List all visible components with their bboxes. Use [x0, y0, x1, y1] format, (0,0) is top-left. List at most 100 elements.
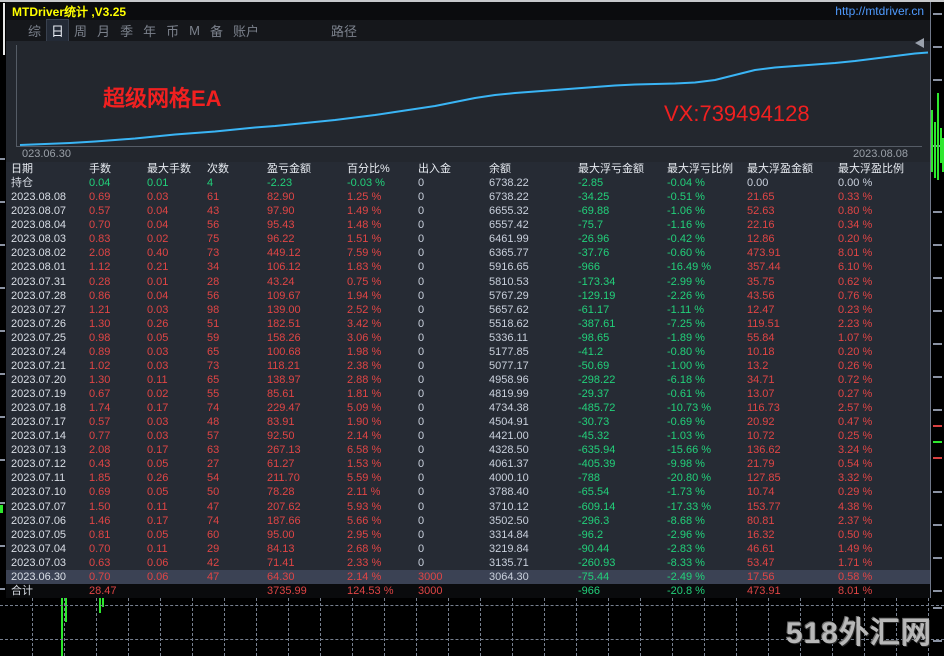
table-cell: -90.44: [578, 542, 610, 555]
table-cell: 2023.07.12: [11, 458, 67, 471]
menu-item[interactable]: 币: [162, 20, 183, 41]
table-cell: 2023.07.24: [11, 345, 67, 358]
table-cell: 43.56: [747, 289, 775, 302]
vendor-url-link[interactable]: http://mtdriver.cn: [835, 4, 924, 18]
table-cell: 61: [207, 191, 220, 204]
table-cell: 6557.42: [489, 219, 529, 232]
table-cell: 0: [418, 219, 425, 232]
table-cell: 46.61: [747, 542, 775, 555]
table-cell: 0: [418, 275, 425, 288]
table-cell: 3502.50: [489, 514, 529, 527]
table-cell: 5657.62: [489, 303, 529, 316]
table-row[interactable]: 2023.07.18 1.74 0.17 74 229.47 5.09 % 0 4734.38…: [6, 401, 930, 415]
table-cell: 5077.17: [489, 359, 529, 372]
table-cell: 187.66: [267, 514, 301, 527]
table-row[interactable]: 合计 28.47 3735.99 124.53 % 3000 -966 -20.8 % 473…: [6, 583, 930, 598]
menu-item[interactable]: 备: [206, 20, 227, 41]
table-cell: -1.73 %: [667, 486, 705, 499]
menu-item[interactable]: 周: [70, 20, 91, 41]
table-row[interactable]: 2023.07.17 0.57 0.03 48 83.91 1.90 % 0 4504.91 -…: [6, 415, 930, 429]
table-row[interactable]: 2023.07.10 0.69 0.05 50 78.28 2.11 % 0 3788.40 -…: [6, 485, 930, 499]
table-cell: 2023.07.06: [11, 514, 67, 527]
table-row[interactable]: 2023.06.30 0.70 0.06 47 64.30 2.14 % 3000 3064.…: [6, 569, 930, 584]
table-cell: -37.76: [578, 247, 610, 260]
column-header: 最大浮亏比例: [667, 163, 733, 176]
menu-item[interactable]: 年: [139, 20, 160, 41]
table-row[interactable]: 2023.07.04 0.70 0.11 29 84.13 2.68 % 0 3219.84 -…: [6, 542, 930, 556]
table-cell: 0.06: [147, 570, 169, 583]
column-header: 最大手数: [147, 163, 191, 176]
grid-line: [544, 598, 545, 656]
table-cell: 0: [418, 402, 425, 415]
menu-item[interactable]: M: [185, 22, 204, 39]
table-cell: 1.46: [89, 514, 111, 527]
table-header-row: 日期 手数 最大手数 次数 盈亏金额 百分比% 出入金 余额 最大浮亏金额 最大浮亏比例 最大浮盈金…: [6, 162, 930, 176]
table-cell: 0.25 %: [838, 430, 873, 443]
table-cell: 65: [207, 345, 220, 358]
menu-item[interactable]: 路径: [327, 20, 361, 41]
table-cell: -41.2: [578, 345, 604, 358]
menu-item[interactable]: 综: [24, 20, 45, 41]
menu-item[interactable]: 季: [116, 20, 137, 41]
table-cell: 10.18: [747, 345, 775, 358]
table-row[interactable]: 2023.08.02 2.08 0.40 73 449.12 7.59 % 0 6365.77…: [6, 246, 930, 260]
screen: MTDriver统计 ,V3.25 http://mtdriver.cn 综日周…: [0, 0, 944, 656]
menu-item[interactable]: 账户: [229, 20, 263, 41]
table-cell: 0.75 %: [347, 275, 382, 288]
app-title: MTDriver统计 ,V3.25: [12, 4, 127, 19]
table-row[interactable]: 2023.07.12 0.43 0.05 27 61.27 1.53 % 0 4061.37 -…: [6, 457, 930, 471]
table-cell: 4328.50: [489, 444, 529, 457]
table-row[interactable]: 持仓 0.04 0.01 4 -2.23 -0.03 % 0 6738.22 -2.85 -0.0…: [6, 176, 930, 190]
menu-item[interactable]: 月: [93, 20, 114, 41]
table-cell: -6.18 %: [667, 373, 705, 386]
watermark-text: 518外汇网: [785, 617, 932, 650]
table-cell: 473.91: [747, 247, 781, 260]
table-cell: 0.63: [89, 556, 111, 569]
table-cell: -61.17: [578, 303, 610, 316]
table-cell: -0.80 %: [667, 345, 705, 358]
chart-end-date: 2023.08.08: [852, 148, 908, 160]
table-cell: 21.79: [747, 458, 775, 471]
grid-line: [256, 598, 257, 656]
table-cell: 1.94 %: [347, 289, 382, 302]
table-row[interactable]: 2023.08.03 0.83 0.02 75 96.22 1.51 % 0 6461.99 -…: [6, 232, 930, 246]
table-row[interactable]: 2023.07.05 0.81 0.05 60 95.00 2.95 % 0 3314.84 -…: [6, 528, 930, 542]
scale-tick: [0, 502, 5, 504]
table-row[interactable]: 2023.07.31 0.28 0.01 28 43.24 0.75 % 0 5810.53 -…: [6, 275, 930, 289]
table-cell: -485.72: [578, 402, 616, 415]
table-cell: 80.81: [747, 514, 775, 527]
table-row[interactable]: 2023.07.27 1.21 0.03 98 139.00 2.52 % 0 5657.62…: [6, 303, 930, 317]
table-row[interactable]: 2023.07.21 1.02 0.03 73 118.21 2.38 % 0 5077.17…: [6, 359, 930, 373]
table-row[interactable]: 2023.07.19 0.67 0.02 55 85.61 1.81 % 0 4819.99 -…: [6, 387, 930, 401]
table-cell: 0.89: [89, 345, 111, 358]
table-row[interactable]: 2023.07.24 0.89 0.03 65 100.68 1.98 % 0 5177.85…: [6, 345, 930, 359]
table-cell: 10.74: [747, 486, 775, 499]
table-row[interactable]: 2023.07.13 2.08 0.17 63 267.13 6.58 % 0 4328.50…: [6, 443, 930, 457]
table-cell: 22.16: [747, 219, 775, 232]
table-cell: 127.85: [747, 472, 781, 485]
table-cell: -260.93: [578, 556, 616, 569]
table-row[interactable]: 2023.07.07 1.50 0.11 47 207.62 5.93 % 0 3710.12…: [6, 500, 930, 514]
table-cell: 0: [418, 359, 425, 372]
table-row[interactable]: 2023.08.08 0.69 0.03 61 82.90 1.25 % 0 6738.22 -…: [6, 190, 930, 204]
table-cell: 13.2: [747, 359, 769, 372]
table-row[interactable]: 2023.07.14 0.77 0.03 57 92.50 2.14 % 0 4421.00 -…: [6, 429, 930, 443]
table-row[interactable]: 2023.07.06 1.46 0.17 74 187.66 5.66 % 0 3502.50…: [6, 514, 930, 528]
table-row[interactable]: 2023.07.26 1.30 0.26 51 182.51 3.42 % 0 5518.62…: [6, 317, 930, 331]
table-cell: 6738.22: [489, 191, 529, 204]
table-cell: 82.90: [267, 191, 295, 204]
table-cell: -98.65: [578, 331, 610, 344]
table-row[interactable]: 2023.08.07 0.57 0.04 43 97.90 1.49 % 0 6655.32 -…: [6, 204, 930, 218]
table-row[interactable]: 2023.07.11 1.85 0.26 54 211.70 5.59 % 0 4000.10…: [6, 471, 930, 485]
table-row[interactable]: 2023.07.03 0.63 0.06 42 71.41 2.33 % 0 3135.71 -…: [6, 556, 930, 570]
table-row[interactable]: 2023.08.04 0.70 0.04 56 95.43 1.48 % 0 6557.42 -…: [6, 218, 930, 232]
table-cell: 6.10 %: [838, 261, 873, 274]
table-row[interactable]: 2023.07.20 1.30 0.11 65 138.97 2.88 % 0 4958.96…: [6, 373, 930, 387]
table-row[interactable]: 2023.07.28 0.86 0.04 56 109.67 1.94 % 0 5767.29…: [6, 289, 930, 303]
menu-item[interactable]: 日: [46, 19, 70, 42]
table-row[interactable]: 2023.07.25 0.98 0.05 59 158.26 3.06 % 0 5336.11…: [6, 331, 930, 345]
table-cell: 0.76 %: [838, 289, 873, 302]
table-row[interactable]: 2023.08.01 1.12 0.21 34 106.12 1.83 % 0 5916.65…: [6, 260, 930, 274]
table-cell: 0.26 %: [838, 359, 873, 372]
table-cell: 2.14 %: [347, 570, 382, 583]
